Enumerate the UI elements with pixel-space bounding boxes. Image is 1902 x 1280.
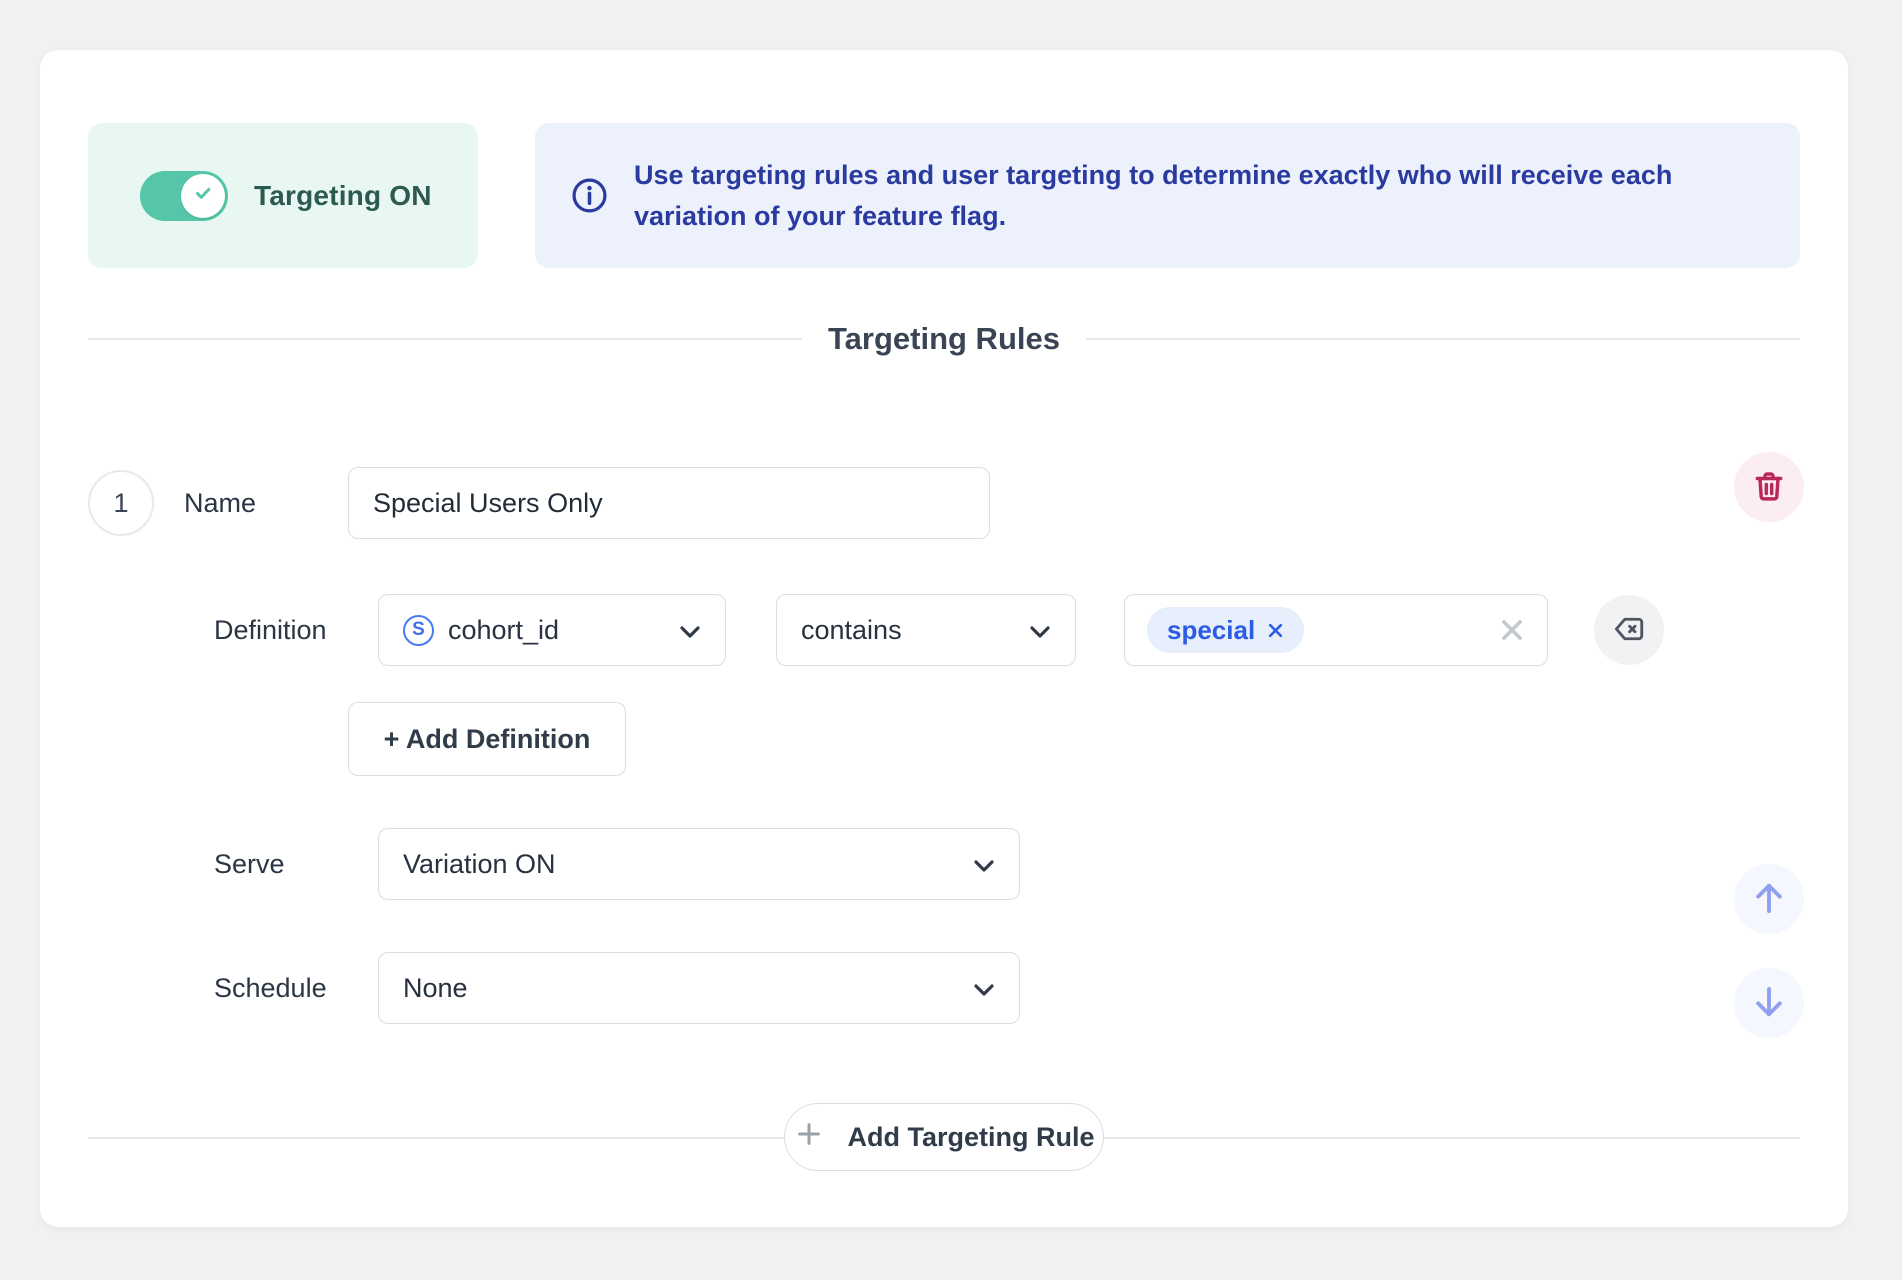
info-icon [571,177,608,214]
trash-icon [1751,468,1787,507]
rule-name-input[interactable] [348,467,990,539]
rule-number-badge: 1 [88,470,154,536]
delete-rule-button[interactable] [1734,452,1804,522]
toggle-knob [181,173,225,218]
chevron-down-icon [1029,615,1051,646]
banner-text-line2: variation of your feature flag. [634,200,1007,231]
rule-serve-row: Serve Variation ON [88,828,1800,900]
plus-icon [794,1119,824,1156]
targeting-panel: Targeting ON Use targeting rules and use… [40,50,1848,1227]
banner-text: Use targeting rules and user targeting t… [634,155,1672,237]
top-row: Targeting ON Use targeting rules and use… [88,123,1800,268]
schedule-label: Schedule [214,972,327,1003]
chevron-down-icon [973,973,995,1004]
backspace-icon [1611,611,1647,650]
move-rule-down-button[interactable] [1734,968,1804,1038]
add-definition-button[interactable]: + Add Definition [348,702,626,776]
info-banner: Use targeting rules and user targeting t… [535,123,1800,268]
check-icon [191,181,215,210]
targeting-toggle-card: Targeting ON [88,123,478,268]
arrow-down-icon [1748,981,1790,1026]
serve-value: Variation ON [403,848,556,879]
chevron-down-icon [973,849,995,880]
section-title: Targeting Rules [828,321,1060,356]
value-tag-label: special [1167,614,1256,645]
definition-operator-dropdown[interactable]: contains [776,594,1076,666]
footer-row: Add Targeting Rule [88,1103,1800,1171]
serve-label: Serve [214,848,285,879]
section-heading: Targeting Rules [88,319,1800,359]
arrow-up-icon [1748,877,1790,922]
delete-definition-button[interactable] [1594,595,1664,665]
value-tag[interactable]: special [1147,607,1305,653]
add-definition-row: + Add Definition [88,702,1800,776]
heading-divider-right [1085,338,1800,340]
add-targeting-rule-button[interactable]: Add Targeting Rule [784,1103,1104,1171]
string-type-icon: S [403,614,434,646]
clear-values-icon[interactable] [1499,617,1525,643]
rule-definition-row: Definition S cohort_id contains special [88,594,1800,666]
rule-schedule-row: Schedule None [88,952,1800,1024]
definition-values-input[interactable]: special [1124,594,1548,666]
schedule-dropdown[interactable]: None [378,952,1020,1024]
definition-field-dropdown[interactable]: S cohort_id [378,594,726,666]
name-label: Name [184,487,257,518]
schedule-value: None [403,972,468,1003]
add-targeting-rule-label: Add Targeting Rule [847,1121,1095,1152]
definition-label: Definition [214,614,327,645]
definition-operator-value: contains [801,614,902,645]
targeting-toggle-label: Targeting ON [254,179,432,211]
serve-dropdown[interactable]: Variation ON [378,828,1020,900]
move-rule-up-button[interactable] [1734,864,1804,934]
remove-tag-icon[interactable] [1267,615,1284,646]
chevron-down-icon [679,615,701,646]
definition-field-value: cohort_id [448,614,560,645]
targeting-toggle[interactable] [140,170,228,221]
rule-name-row: 1 Name [88,467,1800,539]
banner-text-line1: Use targeting rules and user targeting t… [634,159,1673,190]
heading-divider-left [88,338,803,340]
